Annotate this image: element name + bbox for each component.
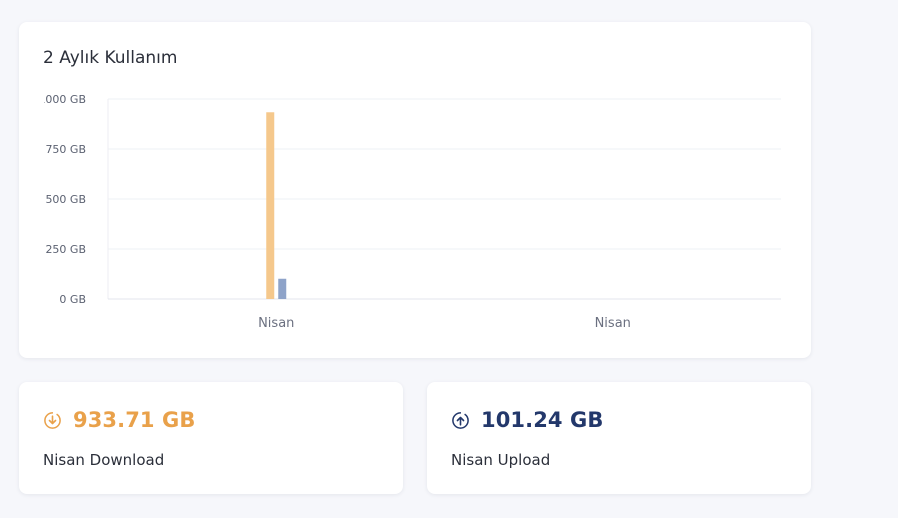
download-stat-row: 933.71 GB	[43, 408, 196, 432]
usage-chart-card: 2 Aylık Kullanım 0 GB 250 GB 500 GB 750 GB 1…	[19, 22, 811, 358]
upload-label: Nisan Upload	[451, 451, 551, 469]
y-tick-label: 500 GB	[45, 193, 86, 206]
y-tick-label: 750 GB	[45, 143, 86, 156]
download-circle-icon	[44, 411, 61, 429]
y-tick-label: 250 GB	[45, 243, 86, 256]
x-category-label: Nisan	[258, 316, 294, 331]
x-category-label: Nisan	[595, 316, 631, 331]
download-value: 933.71 GB	[73, 408, 196, 432]
download-stat-card: 933.71 GB Nisan Download	[19, 382, 403, 494]
usage-bar-chart: 0 GB 250 GB 500 GB 750 GB 1000 GB Nisan Nisan	[38, 93, 781, 331]
upload-value: 101.24 GB	[481, 408, 604, 432]
bar-upload[interactable]	[278, 278, 287, 299]
bar-download[interactable]	[266, 112, 275, 300]
upload-stat-row: 101.24 GB	[451, 408, 604, 432]
y-tick-label: 1000 GB	[38, 93, 86, 106]
download-label: Nisan Download	[43, 451, 165, 469]
upload-circle-icon	[452, 411, 469, 429]
upload-stat-card: 101.24 GB Nisan Upload	[427, 382, 811, 494]
y-tick-label: 0 GB	[59, 293, 86, 306]
